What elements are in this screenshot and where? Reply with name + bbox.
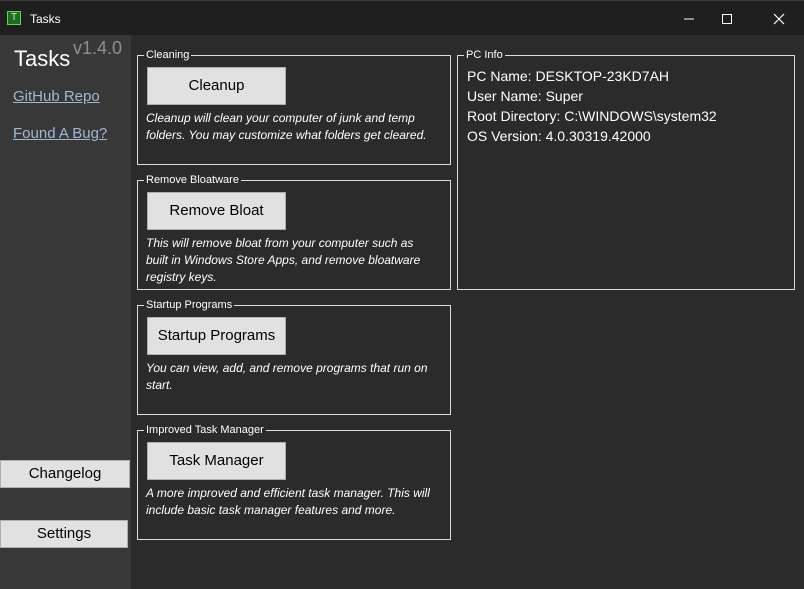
user-name-text: User Name: Super [467,88,583,104]
window-title: Tasks [30,12,61,26]
remove-bloat-button[interactable]: Remove Bloat [147,192,286,230]
minimize-icon [684,18,694,20]
task-manager-group: Improved Task Manager Task Manager A mor… [137,423,451,540]
cleanup-description: Cleanup will clean your computer of junk… [146,111,427,142]
changelog-button[interactable]: Changelog [0,460,130,488]
title-bar: T Tasks [0,0,804,35]
close-button[interactable] [756,1,802,36]
main-panel: Cleaning Cleanup Cleanup will clean your… [131,35,804,589]
group-title: PC Info [464,48,505,62]
group-title: Improved Task Manager [144,423,266,437]
group-title: Remove Bloatware [144,173,241,187]
github-repo-link[interactable]: GitHub Repo [13,88,100,105]
cleaning-group: Cleaning Cleanup Cleanup will clean your… [137,48,451,165]
startup-programs-button[interactable]: Startup Programs [147,317,286,355]
pc-info-group: PC Info PC Name: DESKTOP-23KD7AH User Na… [457,48,795,290]
close-icon [773,13,785,25]
sidebar: Tasks v1.4.0 GitHub Repo Found A Bug? Ch… [0,35,131,589]
maximize-icon [722,14,732,24]
found-a-bug-link[interactable]: Found A Bug? [13,125,107,142]
remove-bloat-description: This will remove bloat from your compute… [146,236,421,284]
cleanup-button[interactable]: Cleanup [147,67,286,105]
maximize-button[interactable] [704,1,750,36]
task-manager-description: A more improved and efficient task manag… [146,486,430,517]
app-version: v1.4.0 [73,38,123,58]
root-directory-text: Root Directory: C:\WINDOWS\system32 [467,108,717,124]
startup-programs-description: You can view, add, and remove programs t… [146,361,428,392]
app-icon: T [7,11,21,25]
settings-button[interactable]: Settings [0,520,128,548]
group-title: Cleaning [144,48,192,62]
remove-bloatware-group: Remove Bloatware Remove Bloat This will … [137,173,451,290]
task-manager-button[interactable]: Task Manager [147,442,286,480]
startup-programs-group: Startup Programs Startup Programs You ca… [137,298,451,415]
pc-name-text: PC Name: DESKTOP-23KD7AH [467,68,670,84]
app-name: Tasks [14,46,71,71]
os-version-text: OS Version: 4.0.30319.42000 [467,128,651,144]
group-title: Startup Programs [144,298,235,312]
